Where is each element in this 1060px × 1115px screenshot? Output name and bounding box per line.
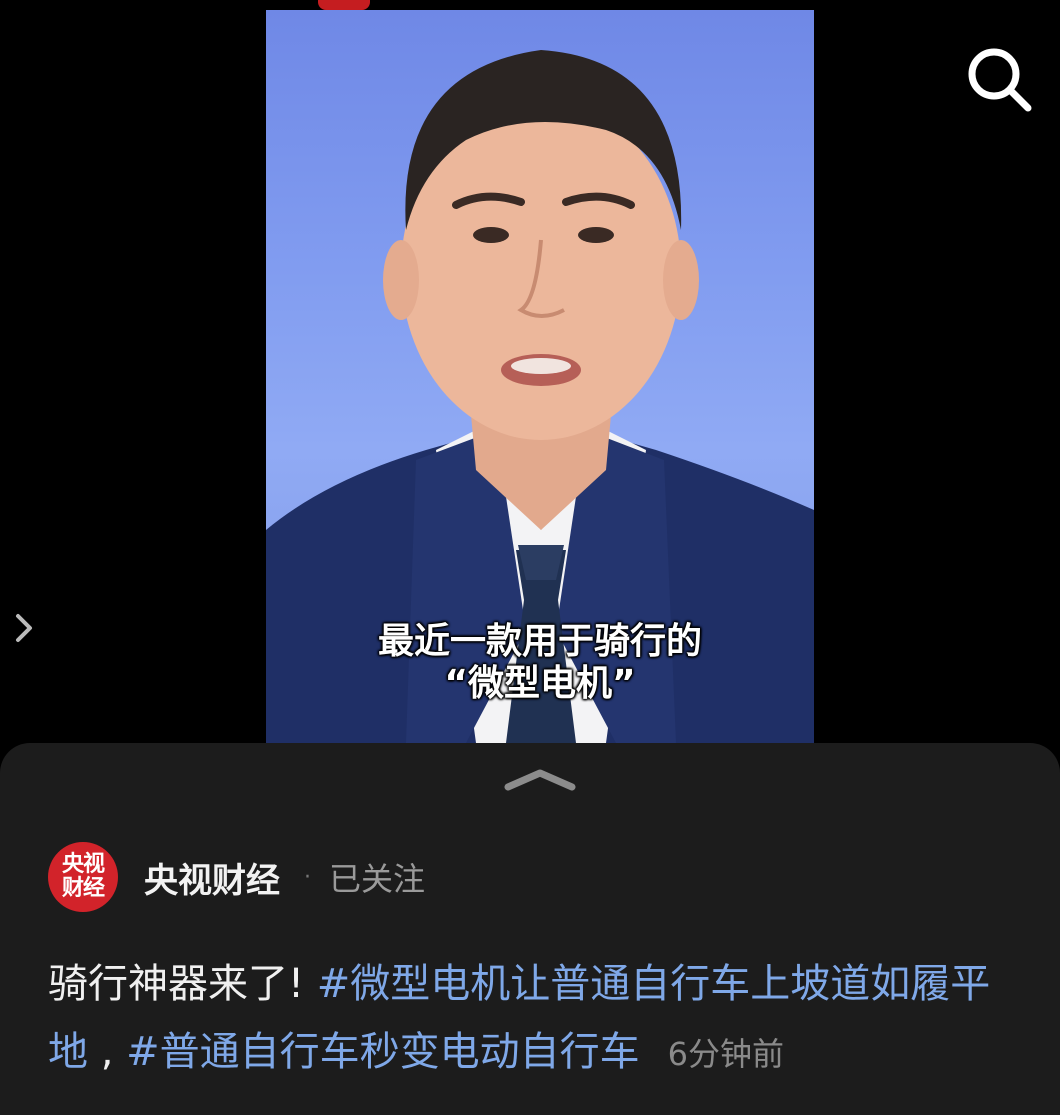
video-player[interactable]: 最近一款用于骑行的 “微型电机” <box>266 10 814 743</box>
search-icon <box>968 48 1032 112</box>
author-name[interactable]: 央视财经 <box>144 853 280 902</box>
avatar-text-line1: 央视 <box>61 852 105 877</box>
chevron-up-icon <box>504 769 576 791</box>
follow-status[interactable]: 已关注 <box>329 854 425 900</box>
hashtag-link-2[interactable]: #普通自行车秒变电动自行车 <box>126 1029 640 1075</box>
description-sheet[interactable]: 央视 财经 央视财经 · 已关注 骑行神器来了! #微型电机让普通自行车上坡道如… <box>0 743 1060 1115</box>
expand-handle[interactable] <box>500 765 580 795</box>
author-row: 央视 财经 央视财经 · 已关注 <box>48 841 425 913</box>
avatar-text-line2: 财经 <box>61 876 105 901</box>
caption-separator: , <box>88 1029 127 1075</box>
post-time: 6分钟前 <box>667 1035 785 1073</box>
top-indicator <box>318 0 370 10</box>
caption-text: 骑行神器来了! <box>48 961 317 1007</box>
separator-dot: · <box>304 864 311 890</box>
avatar[interactable]: 央视 财经 <box>48 842 118 912</box>
search-button[interactable] <box>960 40 1036 116</box>
subtitle-line-2: “微型电机” <box>444 663 636 704</box>
subtitle-line-1: 最近一款用于骑行的 <box>377 621 702 662</box>
chevron-right-icon <box>16 614 32 642</box>
video-area[interactable]: 最近一款用于骑行的 “微型电机” <box>0 0 1060 745</box>
side-nav-button[interactable] <box>8 608 40 648</box>
post-caption: 骑行神器来了! #微型电机让普通自行车上坡道如履平地 , #普通自行车秒变电动自… <box>48 950 1020 1088</box>
